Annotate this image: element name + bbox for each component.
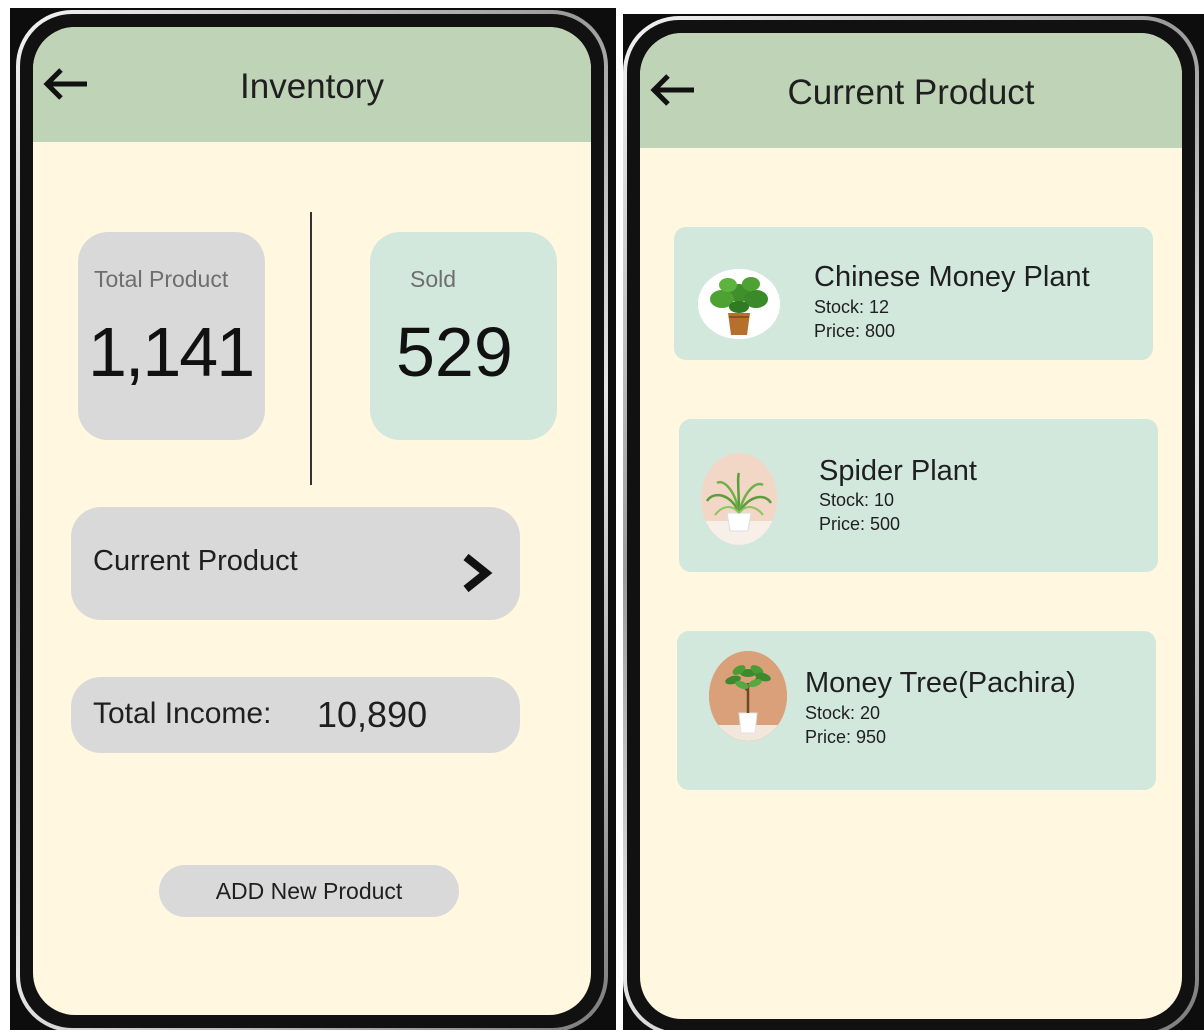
total-product-label: Total Product (94, 266, 229, 292)
inventory-screen: Inventory Total Product 1,141 Sold 529 C… (33, 27, 591, 1015)
total-income-bar: Total Income: 10,890 (71, 677, 520, 753)
vertical-divider (310, 212, 312, 485)
product-name: Spider Plant (819, 455, 977, 487)
current-product-phone: Current Product Chinese Money Plant Stoc… (623, 14, 1204, 1030)
total-product-value: 1,141 (88, 313, 255, 391)
sold-label: Sold (410, 266, 457, 292)
product-name: Chinese Money Plant (814, 261, 1090, 293)
phone-bezel-inner: Current Product Chinese Money Plant Stoc… (627, 20, 1195, 1030)
page-title: Current Product (787, 73, 1035, 112)
product-price: Price: 500 (819, 514, 901, 534)
product-stock: Stock: 10 (819, 490, 895, 510)
chevron-right-icon (463, 553, 493, 593)
add-new-product-button[interactable]: ADD New Product (159, 865, 459, 917)
stage: Inventory Total Product 1,141 Sold 529 C… (0, 0, 1204, 1030)
page-title: Inventory (240, 67, 384, 106)
sold-value: 529 (396, 313, 513, 391)
spider-plant-image-icon (701, 453, 777, 545)
product-card[interactable]: Chinese Money Plant Stock: 12 Price: 800 (674, 227, 1153, 360)
product-card[interactable]: Money Tree(Pachira) Stock: 20 Price: 950 (677, 631, 1156, 790)
product-name: Money Tree(Pachira) (805, 667, 1076, 699)
product-price: Price: 950 (805, 727, 887, 747)
money-tree-image-icon (709, 651, 787, 741)
product-price: Price: 800 (814, 321, 896, 341)
current-product-screen: Current Product Chinese Money Plant Stoc… (640, 33, 1182, 1019)
chinese-money-plant-image-icon (698, 269, 780, 339)
sold-card: Sold 529 (370, 232, 557, 440)
product-stock: Stock: 12 (814, 297, 890, 317)
product-card[interactable]: Spider Plant Stock: 10 Price: 500 (679, 419, 1158, 572)
phone-bezel: Inventory Total Product 1,141 Sold 529 C… (16, 10, 608, 1030)
current-product-label: Current Product (93, 545, 298, 577)
current-product-button[interactable]: Current Product (71, 507, 520, 620)
phone-bezel-inner: Inventory Total Product 1,141 Sold 529 C… (20, 14, 604, 1028)
app-bar: Inventory (33, 27, 591, 142)
product-stock: Stock: 20 (805, 703, 881, 723)
app-bar: Current Product (640, 33, 1182, 148)
total-product-card: Total Product 1,141 (78, 232, 265, 440)
inventory-phone: Inventory Total Product 1,141 Sold 529 C… (10, 8, 616, 1030)
total-income-value: 10,890 (317, 694, 428, 735)
total-income-label: Total Income: (93, 697, 272, 730)
phone-bezel: Current Product Chinese Money Plant Stoc… (623, 16, 1199, 1030)
